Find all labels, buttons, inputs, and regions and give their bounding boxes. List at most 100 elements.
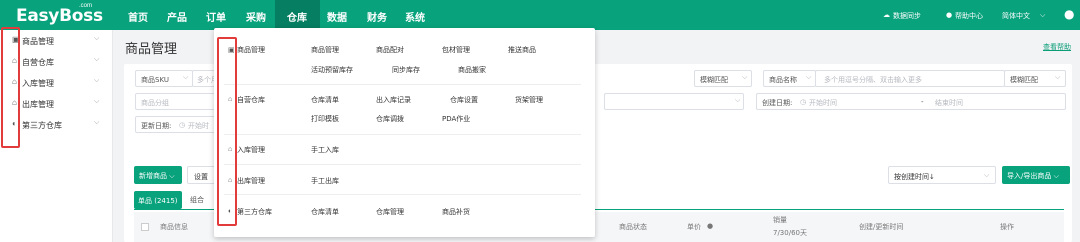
menu-item-goods-management[interactable]: 商品管理 xyxy=(311,45,339,55)
nav-data[interactable]: 数据 xyxy=(327,9,347,24)
menu-item-warehouse-settings[interactable]: 仓库设置 xyxy=(450,95,478,105)
menu-divider xyxy=(224,84,581,85)
cloud-icon: ☁ xyxy=(883,11,890,19)
menu-item-print-template[interactable]: 打印模板 xyxy=(311,114,339,124)
chevron-down-icon: ⌵ xyxy=(183,74,189,81)
category-placeholder: 商品分组 xyxy=(141,99,169,107)
sort-select[interactable]: 按创建时间↓ ⌵ xyxy=(888,166,996,184)
column-sales-range: 7/30/60天 xyxy=(773,229,807,237)
create-date-label: 创建日期: xyxy=(762,99,793,107)
sidebar-item-label: 自营仓库 xyxy=(22,58,54,67)
menu-item-goods-pairing[interactable]: 商品配对 xyxy=(376,45,404,55)
menu-divider xyxy=(224,194,581,195)
menu-item-packaging[interactable]: 包材管理 xyxy=(442,45,470,55)
menu-item-shelf-management[interactable]: 货架管理 xyxy=(515,95,543,105)
column-sales: 销量 xyxy=(773,216,787,224)
top-navbar: EasyBoss .com 首页 产品 订单 采购 仓库 数据 财务 系统 ☁ … xyxy=(0,0,1080,30)
filter-select-hidden[interactable]: ⌵ xyxy=(604,93,744,110)
tab-single[interactable]: 单品 (2415) xyxy=(134,191,182,209)
menu-item-third-party-warehouse-list[interactable]: 仓库清单 xyxy=(311,207,339,217)
menu-item-goods-migration[interactable]: 商品搬家 xyxy=(458,65,486,75)
match-select-value: 模糊匹配 xyxy=(700,76,728,84)
nav-orders[interactable]: 订单 xyxy=(206,9,226,24)
menu-item-third-party-warehouse-management[interactable]: 仓库管理 xyxy=(376,207,404,217)
menu-group-goods: 商品管理 xyxy=(237,46,265,54)
match-select-2[interactable]: 模糊匹配 ⌵ xyxy=(1004,70,1066,87)
annotation-highlight-sidebar-icons xyxy=(1,27,20,148)
name-select[interactable]: 商品名称 ⌵ xyxy=(763,70,816,87)
sidebar-item-label: 商品管理 xyxy=(22,37,54,46)
update-start-placeholder: 开始时 xyxy=(188,122,209,130)
column-created-updated: 创建/更新时间 xyxy=(859,223,904,231)
menu-item-manual-outbound[interactable]: 手工出库 xyxy=(311,176,339,186)
data-sync-link[interactable]: 数据同步 xyxy=(893,11,921,21)
import-export-label: 导入/导出商品 xyxy=(1007,172,1052,180)
user-icon[interactable]: ● xyxy=(1064,7,1074,21)
chevron-down-icon: ⌵ xyxy=(94,35,100,42)
chevron-down-icon: ⌵ xyxy=(94,98,100,105)
menu-item-push-goods[interactable]: 推送商品 xyxy=(508,45,536,55)
chevron-down-icon: ⌵ xyxy=(984,171,990,179)
import-export-button[interactable]: 导入/导出商品 ⌵ xyxy=(1002,166,1070,184)
view-help-link[interactable]: 查看帮助 xyxy=(1043,42,1071,52)
chevron-down-icon: ⌵ xyxy=(1040,11,1046,19)
new-goods-button[interactable]: 新增商品 ⌵ xyxy=(134,166,182,184)
settings-label: 设置 xyxy=(194,173,208,181)
help-icon: ● xyxy=(946,11,953,19)
sort-value: 按创建时间↓ xyxy=(894,173,935,181)
menu-item-pda-operation[interactable]: PDA作业 xyxy=(442,114,470,124)
chevron-down-icon: ⌵ xyxy=(806,74,812,81)
warehouse-mega-menu: ▣ 商品管理 商品管理 商品配对 包材管理 推送商品 活动预留库存 同步库存 商… xyxy=(214,28,595,237)
help-center-link[interactable]: 帮助中心 xyxy=(955,11,983,21)
menu-group-third-party: 第三方仓库 xyxy=(237,208,272,216)
name-select-value: 商品名称 xyxy=(769,76,797,84)
menu-item-sync-stock[interactable]: 同步库存 xyxy=(392,65,420,75)
chevron-down-icon: ⌵ xyxy=(94,56,100,63)
match-select-1[interactable]: 模糊匹配 ⌵ xyxy=(694,70,752,87)
tab-single-label: 单品 (2415) xyxy=(138,197,178,205)
sku-select[interactable]: 商品SKU ⌵ xyxy=(135,70,193,87)
tab-combo[interactable]: 组合 xyxy=(190,195,204,205)
chevron-down-icon: ⌵ xyxy=(735,97,741,104)
end-date-placeholder: 结束时间 xyxy=(935,99,963,107)
chevron-down-icon: ⌵ xyxy=(1053,172,1059,180)
new-goods-label: 新增商品 xyxy=(139,172,167,180)
chevron-down-icon: ⌵ xyxy=(742,74,748,81)
menu-item-warehouse-list[interactable]: 仓库清单 xyxy=(311,95,339,105)
select-all-checkbox[interactable] xyxy=(141,223,149,231)
menu-divider xyxy=(224,134,581,135)
sku-select-value: 商品SKU xyxy=(141,76,169,84)
column-actions: 操作 xyxy=(1000,223,1014,231)
start-date-placeholder: 开始时间 xyxy=(809,99,837,107)
menu-item-replenishment[interactable]: 商品补货 xyxy=(442,207,470,217)
nav-system[interactable]: 系统 xyxy=(405,9,425,24)
chevron-down-icon: ⌵ xyxy=(169,172,175,180)
logo-domain: .com xyxy=(79,3,93,9)
menu-group-self-warehouse: 自营仓库 xyxy=(237,96,265,104)
logo[interactable]: EasyBoss xyxy=(16,6,103,26)
name-input[interactable]: 多个用逗号分隔、双击输入更多 xyxy=(815,70,1005,87)
chevron-down-icon: ⌵ xyxy=(94,77,100,84)
calendar-icon: ◷ xyxy=(800,98,807,106)
page-title: 商品管理 xyxy=(125,42,178,57)
sidebar-item-label: 入库管理 xyxy=(22,79,54,88)
nav-home[interactable]: 首页 xyxy=(128,9,148,24)
nav-products[interactable]: 产品 xyxy=(167,9,187,24)
nav-finance[interactable]: 财务 xyxy=(367,9,387,24)
update-date-label: 更新日期: xyxy=(141,122,172,130)
column-goods-status: 商品状态 xyxy=(619,223,647,231)
nav-purchase[interactable]: 采购 xyxy=(246,9,266,24)
menu-item-manual-inbound[interactable]: 手工入库 xyxy=(311,145,339,155)
menu-item-warehouse-transfer[interactable]: 仓库调拨 xyxy=(376,114,404,124)
column-goods-info: 商品信息 xyxy=(160,223,188,231)
create-date-range[interactable]: 创建日期: ◷ 开始时间 - 结束时间 xyxy=(756,93,1066,110)
menu-group-inbound: 入库管理 xyxy=(237,146,265,154)
update-date-range[interactable]: 更新日期: ◷ 开始时 xyxy=(135,116,225,133)
nav-warehouse[interactable]: 仓库 xyxy=(287,9,307,24)
category-select[interactable]: 商品分组 xyxy=(135,93,225,110)
menu-item-inout-records[interactable]: 出入库记录 xyxy=(376,95,411,105)
menu-item-reserved-stock[interactable]: 活动预留库存 xyxy=(311,65,353,75)
calendar-icon: ◷ xyxy=(179,121,186,129)
name-input-placeholder: 多个用逗号分隔、双击输入更多 xyxy=(824,76,922,84)
language-select[interactable]: 简体中文 xyxy=(1002,11,1030,21)
